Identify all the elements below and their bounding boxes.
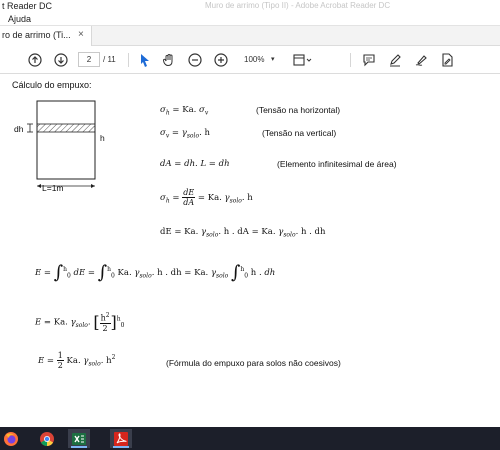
zoom-value: 100% xyxy=(244,55,265,64)
equation-force-element: dE = Ka. γsolo. h . dA = Ka. γsolo. h . … xyxy=(160,227,326,239)
equation-stress-derivative: σh = dE dA = Ka. γsolo. h xyxy=(160,188,253,207)
section-heading: Cálculo do empuxo: xyxy=(12,80,92,90)
window-title: Muro de arrimo (Tipo II) - Adobe Acrobat… xyxy=(205,1,391,10)
highlight-button[interactable] xyxy=(386,51,404,69)
taskbar xyxy=(0,427,500,450)
app-title: t Reader DC xyxy=(2,1,53,11)
select-tool-button[interactable] xyxy=(136,51,154,69)
chevron-down-icon: ▾ xyxy=(271,56,275,63)
page-fit-button[interactable] xyxy=(290,51,314,69)
soil-element-figure xyxy=(27,100,96,188)
document-page: Cálculo do empuxo: dh h L=1m σh = Ka. σv… xyxy=(0,75,500,427)
equation-integral: E = ∫h0 dE = ∫h0 Ka. γsolo. h . dh = Ka.… xyxy=(35,262,276,283)
zoom-out-button[interactable] xyxy=(186,51,204,69)
taskbar-firefox[interactable] xyxy=(0,429,22,448)
equation-vertical-stress: σv = γsolo. h xyxy=(160,128,210,140)
firefox-icon xyxy=(4,431,18,446)
width-label: L=1m xyxy=(42,183,64,193)
chrome-icon xyxy=(40,431,54,446)
document-tab[interactable]: ro de arrimo (Ti... × xyxy=(0,26,92,46)
title-bar: t Reader DC Muro de arrimo (Tipo II) - A… xyxy=(0,0,500,12)
toolbar-divider xyxy=(350,53,351,67)
equation-horizontal-stress: σh = Ka. σv xyxy=(160,105,209,117)
zoom-out-icon xyxy=(188,53,202,67)
tab-close-button[interactable]: × xyxy=(78,29,84,40)
taskbar-acrobat[interactable] xyxy=(110,429,132,448)
cursor-arrow-icon xyxy=(141,54,149,67)
menu-help[interactable]: Ajuda xyxy=(8,13,31,25)
page-total: / 11 xyxy=(103,55,116,64)
hand-icon xyxy=(163,54,173,67)
page-up-button[interactable] xyxy=(26,51,44,69)
final-equation-note: (Fórmula do empuxo para solos não coesiv… xyxy=(166,358,341,368)
equation-area-element: dA = dh. L = dh xyxy=(160,159,230,169)
fill-sign-button[interactable] xyxy=(438,51,456,69)
equation-note: (Tensão na vertical) xyxy=(262,128,337,138)
zoom-select[interactable]: 100% ▾ xyxy=(238,52,282,67)
arrow-down-circle-icon xyxy=(54,53,68,67)
toolbar: 2 / 11 100% ▾ xyxy=(0,46,500,74)
tab-strip: ro de arrimo (Ti... × xyxy=(0,26,500,46)
hand-tool-button[interactable] xyxy=(160,51,178,69)
equation-note: (Elemento infinitesimal de área) xyxy=(277,159,397,169)
menu-bar: Ajuda xyxy=(0,12,500,26)
arrow-up-circle-icon xyxy=(28,53,42,67)
equation-note: (Tensão na horizontal) xyxy=(256,105,341,115)
page-number-input[interactable]: 2 xyxy=(78,52,100,67)
h-label: h xyxy=(100,133,105,143)
comment-button[interactable] xyxy=(360,51,378,69)
page-down-button[interactable] xyxy=(52,51,70,69)
dh-label: dh xyxy=(14,124,24,134)
equation-final: E = 12 Ka. γsolo. h2 xyxy=(38,351,116,370)
toolbar-divider xyxy=(128,53,129,67)
page-fit-icon xyxy=(293,54,312,66)
sign-button[interactable] xyxy=(412,51,430,69)
tab-label: ro de arrimo (Ti... xyxy=(2,30,71,40)
acrobat-icon xyxy=(114,431,128,446)
zoom-in-icon xyxy=(214,53,228,67)
edit-pdf-icon xyxy=(442,53,453,67)
sign-pen-icon xyxy=(415,55,427,66)
taskbar-excel[interactable] xyxy=(68,429,90,448)
equation-integrated: E = Ka. γsolo. [h2 2]h0 xyxy=(35,312,125,333)
comment-icon xyxy=(363,54,375,67)
taskbar-chrome[interactable] xyxy=(36,429,58,448)
excel-icon xyxy=(72,432,86,445)
pen-icon xyxy=(390,54,401,67)
zoom-in-button[interactable] xyxy=(212,51,230,69)
